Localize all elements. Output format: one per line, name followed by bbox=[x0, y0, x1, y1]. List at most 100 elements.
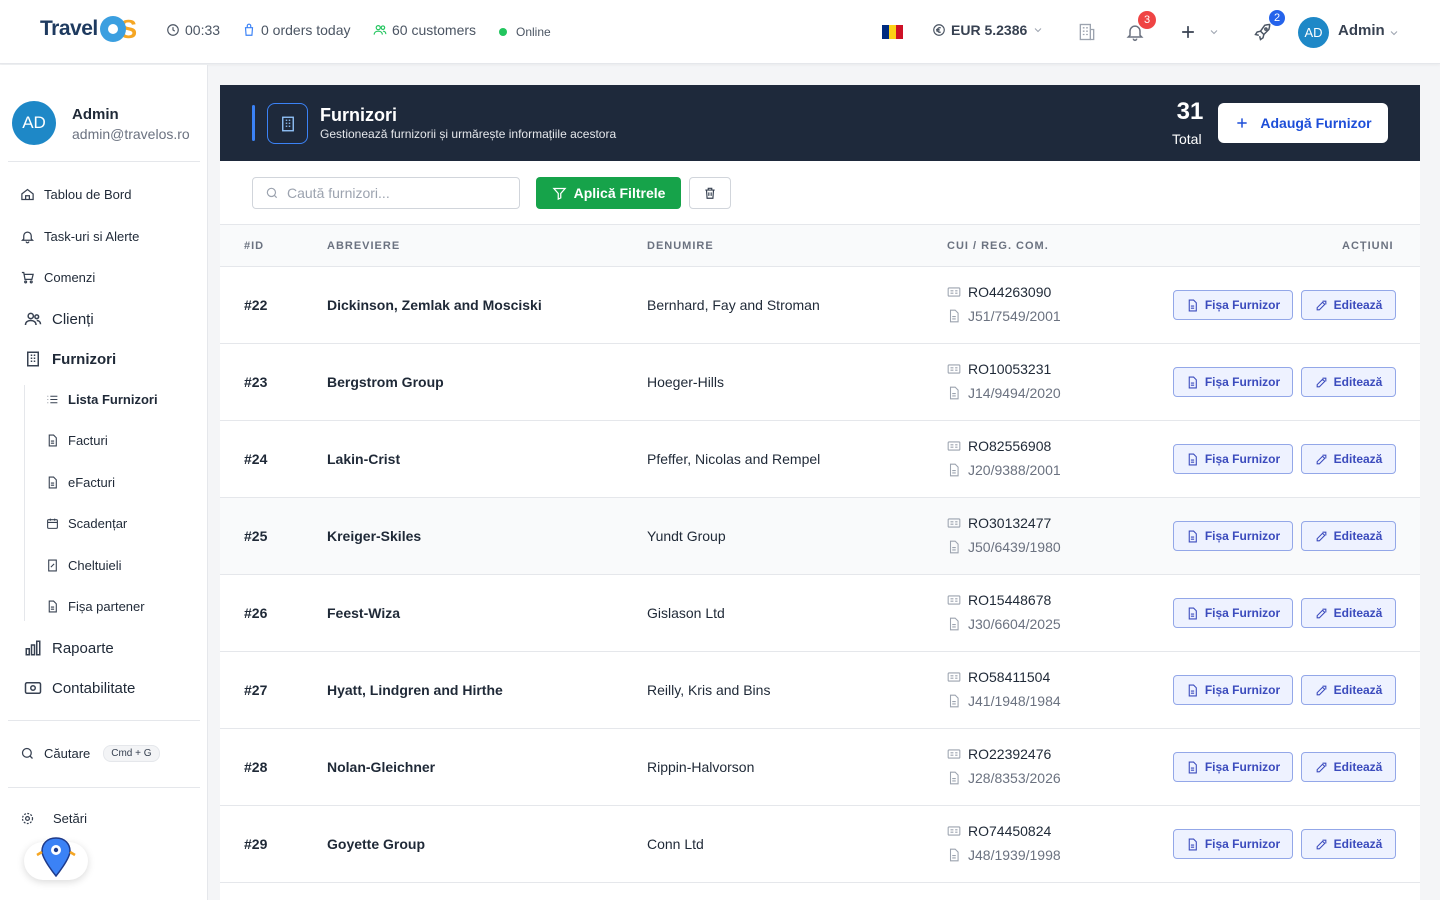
travelos-logo[interactable]: Travel S bbox=[40, 16, 137, 42]
sidebar-item-dashboard[interactable]: Tablou de Bord bbox=[20, 187, 131, 202]
supplier-abbreviation: Dickinson, Zemlak and Mosciski bbox=[327, 297, 542, 313]
sidebar-item-tasks[interactable]: Task-uri si Alerte bbox=[20, 229, 139, 244]
file-icon bbox=[949, 694, 959, 708]
sidebar-user-email: admin@travelos.ro bbox=[72, 126, 190, 142]
id-card-icon bbox=[947, 672, 961, 682]
sidebar-subitem-invoices[interactable]: Facturi bbox=[46, 433, 108, 448]
supplier-reg-com: J51/7549/2001 bbox=[947, 308, 1061, 324]
supplier-name: Hoeger-Hills bbox=[647, 374, 725, 390]
building-icon bbox=[27, 351, 39, 367]
add-supplier-button[interactable]: Adaugă Furnizor bbox=[1218, 103, 1388, 143]
building-icon[interactable] bbox=[1077, 22, 1097, 42]
currency-selector[interactable]: EUR 5.2386 bbox=[932, 22, 1044, 38]
edit-supplier-button[interactable]: Editează bbox=[1301, 675, 1396, 705]
user-avatar[interactable]: AD bbox=[1298, 17, 1329, 48]
suppliers-panel: Furnizori Gestionează furnizorii și urmă… bbox=[220, 85, 1420, 900]
supplier-search-input[interactable] bbox=[287, 185, 497, 201]
page-subtitle: Gestionează furnizorii și urmărește info… bbox=[320, 127, 617, 141]
table-header: #ID ABREVIERE DENUMIRE CUI / REG. COM. A… bbox=[220, 225, 1420, 267]
id-card-icon bbox=[947, 364, 961, 374]
quick-add-menu[interactable] bbox=[1178, 22, 1222, 42]
sidebar-item-suppliers[interactable]: Furnizori bbox=[24, 350, 116, 368]
rocket-icon[interactable] bbox=[1253, 22, 1273, 42]
online-status: Online bbox=[499, 25, 551, 39]
user-menu-name[interactable]: Admin bbox=[1338, 22, 1385, 39]
supplier-cui: RO10053231 bbox=[947, 361, 1051, 377]
document-icon bbox=[1188, 607, 1197, 619]
id-card-icon bbox=[947, 441, 961, 451]
sidebar-subitem-expenses[interactable]: Cheltuieli bbox=[46, 558, 121, 573]
sidebar-item-reports[interactable]: Rapoarte bbox=[24, 639, 114, 657]
clear-filters-button[interactable] bbox=[689, 177, 731, 209]
supplier-sheet-button[interactable]: Fișa Furnizor bbox=[1173, 598, 1293, 628]
table-row: #23 Bergstrom Group Hoeger-Hills RO10053… bbox=[220, 344, 1420, 421]
sidebar-subitem-supplier-list[interactable]: Lista Furnizori bbox=[46, 392, 158, 407]
chevron-down-icon bbox=[1210, 30, 1218, 35]
edit-icon bbox=[1316, 531, 1327, 541]
supplier-id: #29 bbox=[244, 836, 268, 852]
supplier-name: Rippin-Halvorson bbox=[647, 759, 755, 775]
edit-supplier-button[interactable]: Editează bbox=[1301, 444, 1396, 474]
column-header-abbreviation[interactable]: ABREVIERE bbox=[327, 240, 400, 252]
supplier-search-box[interactable] bbox=[252, 177, 520, 209]
home-icon bbox=[21, 188, 34, 201]
column-header-actions: ACȚIUNI bbox=[1342, 240, 1394, 252]
edit-icon bbox=[1316, 608, 1327, 618]
id-card-icon bbox=[947, 518, 961, 528]
document-icon bbox=[1188, 684, 1197, 696]
edit-supplier-button[interactable]: Editează bbox=[1301, 752, 1396, 782]
supplier-cui: RO22392476 bbox=[947, 746, 1051, 762]
supplier-id: #26 bbox=[244, 605, 268, 621]
edit-supplier-button[interactable]: Editează bbox=[1301, 290, 1396, 320]
supplier-name: Yundt Group bbox=[647, 528, 726, 544]
chevron-down-icon bbox=[1034, 28, 1042, 33]
users-icon bbox=[24, 312, 42, 326]
romania-flag-icon[interactable] bbox=[882, 25, 903, 39]
supplier-reg-com: J14/9494/2020 bbox=[947, 385, 1061, 401]
edit-supplier-button[interactable]: Editează bbox=[1301, 829, 1396, 859]
file-icon bbox=[949, 540, 959, 554]
supplier-sheet-button[interactable]: Fișa Furnizor bbox=[1173, 367, 1293, 397]
supplier-id: #25 bbox=[244, 528, 268, 544]
id-card-icon bbox=[947, 749, 961, 759]
table-row: #24 Lakin-Crist Pfeffer, Nicolas and Rem… bbox=[220, 421, 1420, 498]
rocket-badge: 2 bbox=[1269, 10, 1285, 26]
sidebar-item-clients[interactable]: Clienți bbox=[24, 310, 94, 328]
supplier-sheet-button[interactable]: Fișa Furnizor bbox=[1173, 521, 1293, 551]
supplier-abbreviation: Nolan-Gleichner bbox=[327, 759, 436, 775]
sidebar-user-name: Admin bbox=[72, 106, 119, 123]
plus-icon bbox=[1182, 26, 1194, 38]
sidebar-subitem-due-dates[interactable]: Scadențar bbox=[46, 516, 127, 531]
column-header-cui[interactable]: CUI / REG. COM. bbox=[947, 240, 1049, 252]
column-header-name[interactable]: DENUMIRE bbox=[647, 240, 714, 252]
sidebar-item-accounting[interactable]: Contabilitate bbox=[24, 679, 135, 697]
supplier-sheet-button[interactable]: Fișa Furnizor bbox=[1173, 829, 1293, 859]
supplier-sheet-button[interactable]: Fișa Furnizor bbox=[1173, 444, 1293, 474]
sidebar-item-orders[interactable]: Comenzi bbox=[20, 270, 95, 285]
id-card-icon bbox=[947, 287, 961, 297]
table-row: #29 Goyette Group Conn Ltd RO74450824 J4… bbox=[220, 806, 1420, 883]
supplier-sheet-button[interactable]: Fișa Furnizor bbox=[1173, 752, 1293, 782]
document-icon bbox=[1188, 453, 1197, 465]
sidebar-item-settings[interactable]: Setări bbox=[20, 811, 87, 826]
supplier-sheet-button[interactable]: Fișa Furnizor bbox=[1173, 675, 1293, 705]
column-header-id[interactable]: #ID bbox=[244, 240, 264, 252]
supplier-cui: RO82556908 bbox=[947, 438, 1051, 454]
customers-count: 60 customers bbox=[373, 22, 476, 38]
sidebar-search[interactable]: Căutare Cmd + G bbox=[20, 745, 160, 762]
apply-filters-button[interactable]: Aplică Filtrele bbox=[536, 177, 681, 209]
supplier-sheet-button[interactable]: Fișa Furnizor bbox=[1173, 290, 1293, 320]
edit-supplier-button[interactable]: Editează bbox=[1301, 521, 1396, 551]
edit-supplier-button[interactable]: Editează bbox=[1301, 598, 1396, 628]
mascot-icon[interactable] bbox=[24, 837, 88, 880]
edit-icon bbox=[1316, 762, 1327, 772]
euro-icon bbox=[933, 24, 945, 36]
id-card-icon bbox=[947, 595, 961, 605]
sidebar-subitem-partner-sheet[interactable]: Fișa partener bbox=[46, 599, 145, 614]
document-icon bbox=[1188, 761, 1197, 773]
sidebar-subitem-einvoices[interactable]: eFacturi bbox=[46, 475, 115, 490]
orders-today: 0 orders today bbox=[242, 22, 351, 38]
supplier-reg-com: J20/9388/2001 bbox=[947, 462, 1061, 478]
edit-supplier-button[interactable]: Editează bbox=[1301, 367, 1396, 397]
supplier-name: Conn Ltd bbox=[647, 836, 704, 852]
